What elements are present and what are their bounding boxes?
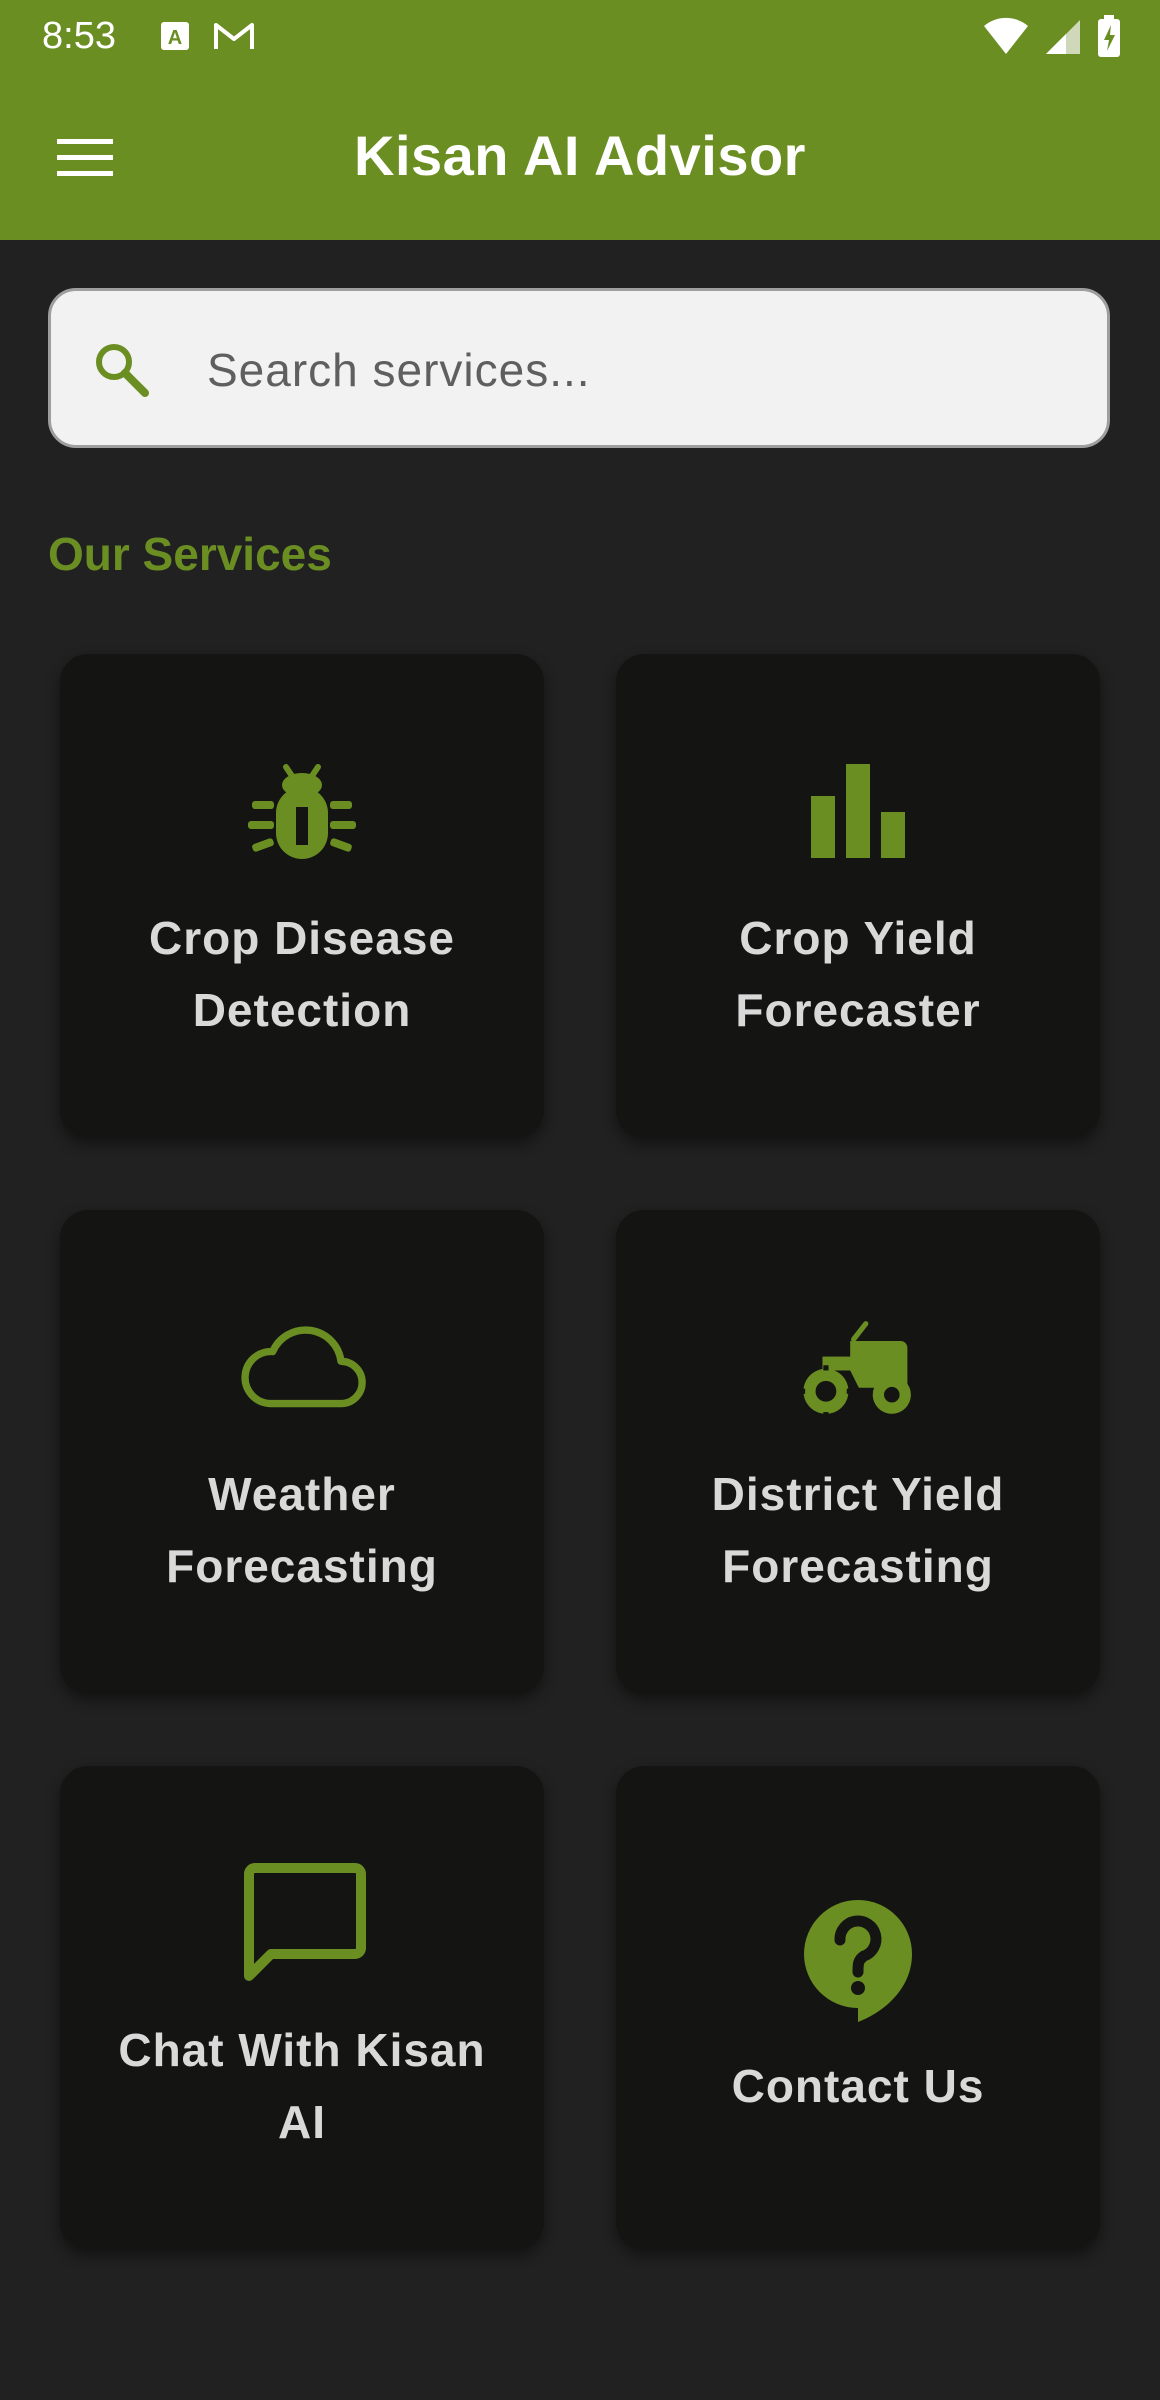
bug-icon	[237, 746, 367, 876]
app-title: Kisan AI Advisor	[354, 124, 806, 187]
chat-icon	[237, 1858, 367, 1988]
service-card-label: Crop Disease Detection	[148, 912, 455, 1036]
status-time: 8:53	[42, 15, 116, 57]
service-card-crop-disease-detection[interactable]: Crop Disease Detection	[60, 654, 544, 1138]
notification-icons: A	[160, 16, 256, 56]
service-card-label: Contact Us	[731, 2060, 985, 2112]
search-icon	[96, 344, 149, 397]
tractor-icon	[793, 1302, 923, 1432]
service-card-district-yield-forecasting[interactable]: District Yield Forecasting	[616, 1210, 1100, 1694]
help-icon	[793, 1894, 923, 2024]
service-card-weather-forecasting[interactable]: Weather Forecasting	[60, 1210, 544, 1694]
services-grid: Crop Disease Detection Crop Yield Foreca…	[60, 654, 1100, 2250]
search-input[interactable]	[205, 319, 1069, 421]
system-icons	[982, 14, 1122, 58]
service-card-crop-yield-forecaster[interactable]: Crop Yield Forecaster	[616, 654, 1100, 1138]
signal-icon	[1046, 20, 1080, 54]
gmail-icon	[214, 23, 254, 49]
cloud-icon	[237, 1302, 367, 1432]
app-bar: Kisan AI Advisor	[0, 72, 1160, 240]
service-card-label: Crop Yield Forecaster	[735, 912, 981, 1036]
battery-icon	[1098, 15, 1120, 57]
service-card-label: Weather Forecasting	[166, 1468, 438, 1592]
search-bar[interactable]	[48, 288, 1110, 448]
bar-chart-icon	[793, 746, 923, 876]
status-bar: 8:53 A	[0, 0, 1160, 72]
text-notification-icon: A	[161, 22, 189, 50]
service-card-contact-us[interactable]: Contact Us	[616, 1766, 1100, 2250]
service-card-chat-with-kisan-ai[interactable]: Chat With Kisan AI	[60, 1766, 544, 2250]
wifi-icon	[984, 17, 1028, 54]
svg-text:A: A	[168, 27, 182, 49]
service-card-label: District Yield Forecasting	[711, 1468, 1005, 1592]
service-card-label: Chat With Kisan AI	[118, 2024, 486, 2148]
section-title: Our Services	[48, 528, 332, 580]
